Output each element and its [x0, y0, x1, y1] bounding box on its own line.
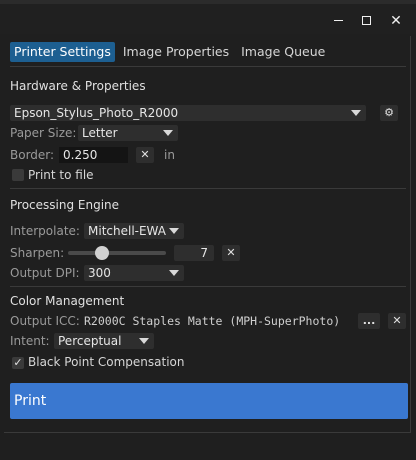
tab-bar: Printer Settings Image Properties Image … [10, 42, 333, 62]
processing-section-title: Processing Engine [10, 198, 120, 212]
settings-panel: Printer Settings Image Properties Image … [4, 36, 411, 433]
minimize-icon [333, 20, 343, 21]
border-input[interactable]: 0.250 [59, 147, 128, 163]
paper-size-select[interactable]: Letter [78, 125, 178, 141]
icc-browse-button[interactable]: ... [358, 313, 380, 329]
output-dpi-label: Output DPI: [10, 266, 80, 280]
close-icon: ✕ [226, 246, 236, 259]
border-label: Border: [10, 148, 55, 162]
bpc-checkbox[interactable]: ✓ [12, 357, 24, 369]
close-icon: ✕ [390, 13, 402, 29]
border-unit: in [164, 148, 175, 162]
tab-image-properties[interactable]: Image Properties [119, 42, 233, 62]
tab-image-queue[interactable]: Image Queue [237, 42, 329, 62]
output-dpi-value: 300 [88, 266, 111, 280]
close-icon: ✕ [392, 314, 402, 327]
sharpen-reset-button[interactable]: ✕ [222, 245, 240, 261]
border-clear-button[interactable]: ✕ [136, 147, 154, 163]
chevron-down-icon [169, 228, 179, 234]
print-to-file-label: Print to file [28, 168, 94, 182]
hardware-section-title: Hardware & Properties [10, 79, 146, 93]
color-section-title: Color Management [10, 294, 125, 308]
paper-size-value: Letter [82, 126, 118, 140]
print-button[interactable]: Print [10, 383, 408, 419]
paper-size-label: Paper Size: [10, 126, 77, 140]
maximize-icon [361, 16, 371, 25]
print-to-file-checkbox[interactable] [12, 169, 24, 181]
icc-clear-button[interactable]: ✕ [388, 313, 406, 329]
sharpen-value-field[interactable]: 7 [174, 245, 214, 261]
chevron-down-icon [139, 338, 149, 344]
tab-separator [10, 66, 406, 67]
output-dpi-select[interactable]: 300 [84, 265, 184, 281]
printer-select[interactable]: Epson_Stylus_Photo_R2000 [10, 105, 366, 121]
tab-printer-settings[interactable]: Printer Settings [10, 42, 115, 62]
sharpen-slider-handle[interactable] [95, 246, 109, 260]
interpolate-select[interactable]: Mitchell-EWA [84, 223, 184, 239]
chevron-down-icon [163, 130, 173, 136]
printer-settings-button[interactable]: ⚙ [380, 105, 398, 121]
output-icc-value: R2000C Staples Matte (MPH-SuperPhoto) [84, 314, 341, 328]
sharpen-label: Sharpen: [10, 246, 65, 260]
chevron-down-icon [351, 110, 361, 116]
gear-icon: ⚙ [384, 106, 394, 119]
maximize-button[interactable] [352, 10, 380, 32]
minimize-button[interactable] [324, 10, 352, 32]
output-icc-label: Output ICC: [10, 314, 80, 328]
checkmark-icon: ✓ [13, 356, 23, 369]
close-button[interactable]: ✕ [382, 10, 410, 32]
chevron-down-icon [169, 270, 179, 276]
sharpen-slider[interactable] [68, 251, 166, 255]
intent-select[interactable]: Perceptual [54, 333, 154, 349]
intent-value: Perceptual [58, 334, 122, 348]
section-separator [10, 188, 406, 189]
interpolate-label: Interpolate: [10, 224, 80, 238]
section-separator [10, 286, 406, 287]
intent-label: Intent: [10, 334, 50, 348]
bpc-label: Black Point Compensation [28, 355, 185, 369]
title-bar: ✕ [0, 4, 416, 34]
interpolate-value: Mitchell-EWA [88, 224, 166, 238]
printer-select-value: Epson_Stylus_Photo_R2000 [14, 106, 179, 120]
close-icon: ✕ [140, 148, 150, 161]
